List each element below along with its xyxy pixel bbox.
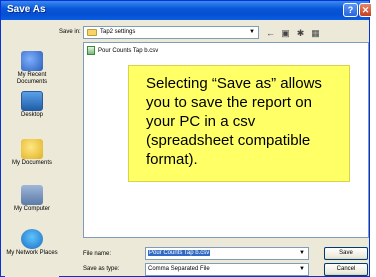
save-as-dialog: Save As ? ✕ Save in: Tap2 settings ▼ ← ▣… xyxy=(0,0,371,277)
csv-file-icon xyxy=(87,46,95,55)
save-in-value: Tap2 settings xyxy=(100,29,136,35)
place-my-documents[interactable]: My Documents xyxy=(5,139,59,167)
recent-documents-icon xyxy=(21,51,43,71)
place-label: Desktop xyxy=(20,112,43,118)
place-label: My Network Places xyxy=(6,250,58,256)
save-in-label: Save in: xyxy=(59,29,81,35)
place-my-computer[interactable]: My Computer xyxy=(5,185,59,213)
back-icon[interactable]: ← xyxy=(265,28,276,38)
place-label: My Computer xyxy=(13,206,50,212)
views-menu-icon[interactable]: ▦ xyxy=(310,28,321,38)
places-bar: My Recent Documents Desktop My Documents… xyxy=(5,43,59,277)
save-as-type-select[interactable]: Comma Separated File ▼ xyxy=(145,263,309,276)
folder-icon xyxy=(87,29,97,36)
chevron-down-icon[interactable]: ▼ xyxy=(297,265,307,274)
help-button[interactable]: ? xyxy=(343,3,358,17)
my-documents-icon xyxy=(21,139,43,159)
toolbar: ← ▣ ✱ ▦ xyxy=(265,27,321,38)
chevron-down-icon[interactable]: ▼ xyxy=(297,249,307,258)
save-button[interactable]: Save xyxy=(324,247,368,260)
dialog-title: Save As xyxy=(7,4,46,15)
network-places-icon xyxy=(21,229,43,249)
place-label: My Recent Documents xyxy=(16,72,48,85)
title-bar[interactable]: Save As ? ✕ xyxy=(1,1,371,20)
desktop-icon xyxy=(21,91,43,111)
file-name: Pour Counts Tap b.csv xyxy=(98,47,159,54)
new-folder-icon[interactable]: ✱ xyxy=(295,28,306,38)
my-computer-icon xyxy=(21,185,43,205)
callout-text: Selecting “Save as” allows you to save t… xyxy=(146,75,322,168)
save-as-type-value: Comma Separated File xyxy=(148,266,210,272)
callout-box: Selecting “Save as” allows you to save t… xyxy=(128,65,350,182)
close-button[interactable]: ✕ xyxy=(359,3,371,17)
list-item[interactable]: Pour Counts Tap b.csv xyxy=(87,46,158,55)
file-name-label: File name: xyxy=(83,251,112,257)
place-recent-documents[interactable]: My Recent Documents xyxy=(5,51,59,86)
up-folder-icon[interactable]: ▣ xyxy=(280,28,291,38)
save-in-dropdown[interactable]: Tap2 settings ▼ xyxy=(83,26,259,39)
place-network[interactable]: My Network Places xyxy=(5,229,59,257)
place-desktop[interactable]: Desktop xyxy=(5,91,59,119)
save-as-type-label: Save as type: xyxy=(83,266,120,272)
place-label: My Documents xyxy=(11,160,52,166)
file-name-field[interactable]: Pour Counts Tap b.csv ▼ xyxy=(145,247,309,260)
cancel-button[interactable]: Cancel xyxy=(324,263,368,276)
chevron-down-icon[interactable]: ▼ xyxy=(247,28,257,37)
file-name-value: Pour Counts Tap b.csv xyxy=(148,250,211,256)
